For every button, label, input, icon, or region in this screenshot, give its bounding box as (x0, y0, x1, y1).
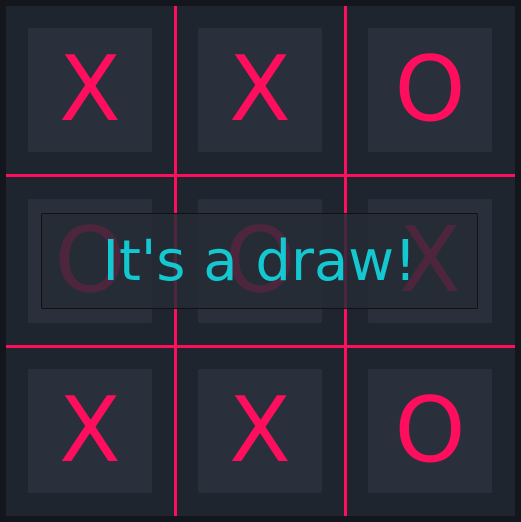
result-overlay: It's a draw! (41, 213, 478, 309)
cell-r3-c1[interactable]: X (28, 369, 152, 493)
cell-r3-c3[interactable]: O (368, 369, 492, 493)
cell-r1-c2[interactable]: X (198, 28, 322, 152)
result-message: It's a draw! (102, 228, 417, 294)
cell-r1-c1[interactable]: X (28, 28, 152, 152)
cell-mark: X (59, 37, 121, 142)
grid-line-horizontal-2 (6, 345, 515, 348)
cell-mark: X (229, 37, 291, 142)
cell-r3-c2[interactable]: X (198, 369, 322, 493)
cell-mark: X (229, 378, 291, 483)
cell-mark: O (394, 37, 466, 142)
cell-r1-c3[interactable]: O (368, 28, 492, 152)
grid-line-horizontal-1 (6, 174, 515, 177)
cell-mark: O (394, 378, 466, 483)
cell-mark: X (59, 378, 121, 483)
